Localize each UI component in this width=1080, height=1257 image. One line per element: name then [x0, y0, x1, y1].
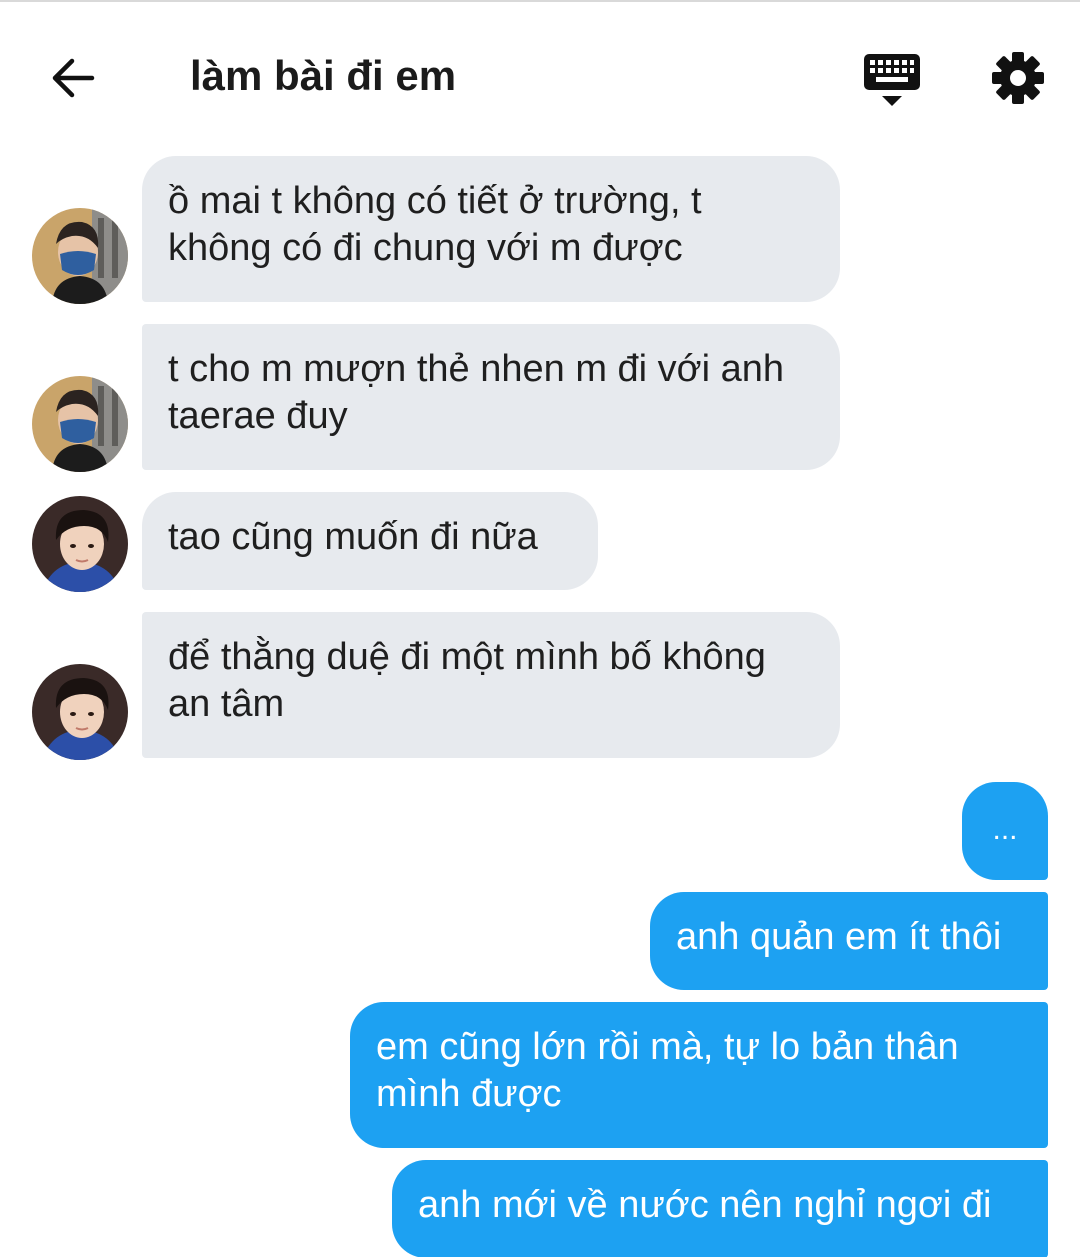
message-bubble-outgoing[interactable]: anh mới về nước nên nghỉ ngơi đi: [392, 1160, 1048, 1257]
message-text: tao cũng muốn đi nữa: [168, 516, 538, 558]
message-text: em cũng lớn rồi mà, tự lo bản thân mình …: [376, 1026, 959, 1115]
chat-screen: làm bài đi em ồ mai t không có tiết ở tr…: [0, 0, 1080, 1257]
arrow-left-icon: [52, 58, 95, 98]
message-text: t cho m mượn thẻ nhen m đi với anh taera…: [168, 348, 784, 437]
avatar[interactable]: [32, 208, 128, 304]
message-bubble-outgoing[interactable]: ...: [962, 782, 1048, 880]
chat-header: làm bài đi em: [0, 2, 1080, 152]
message-bubble-incoming[interactable]: tao cũng muốn đi nữa: [142, 492, 598, 590]
message-bubble-outgoing[interactable]: anh quản em ít thôi: [650, 892, 1048, 990]
avatar[interactable]: [32, 376, 128, 472]
avatar[interactable]: [32, 496, 128, 592]
message-bubble-incoming[interactable]: để thằng duệ đi một mình bố không an tâm: [142, 612, 840, 758]
message-bubble-incoming[interactable]: ồ mai t không có tiết ở trường, t không …: [142, 156, 840, 302]
avatar-photo: [32, 496, 128, 592]
message-text: ...: [992, 813, 1018, 846]
settings-button[interactable]: [988, 48, 1048, 108]
keyboard-icon: [864, 54, 920, 106]
back-button[interactable]: [42, 48, 106, 108]
message-text: để thằng duệ đi một mình bố không an tâm: [168, 636, 766, 725]
message-bubble-outgoing[interactable]: em cũng lớn rồi mà, tự lo bản thân mình …: [350, 1002, 1048, 1148]
keyboard-button[interactable]: [860, 50, 924, 110]
message-text: anh quản em ít thôi: [676, 916, 1002, 958]
avatar[interactable]: [32, 664, 128, 760]
avatar-photo: [32, 664, 128, 760]
message-text: anh mới về nước nên nghỉ ngơi đi: [418, 1184, 992, 1226]
message-bubble-incoming[interactable]: t cho m mượn thẻ nhen m đi với anh taera…: [142, 324, 840, 470]
message-text: ồ mai t không có tiết ở trường, t không …: [168, 180, 702, 269]
avatar-photo: [32, 376, 128, 472]
gear-icon: [992, 52, 1044, 104]
avatar-photo: [32, 208, 128, 304]
chat-title: làm bài đi em: [190, 52, 457, 99]
